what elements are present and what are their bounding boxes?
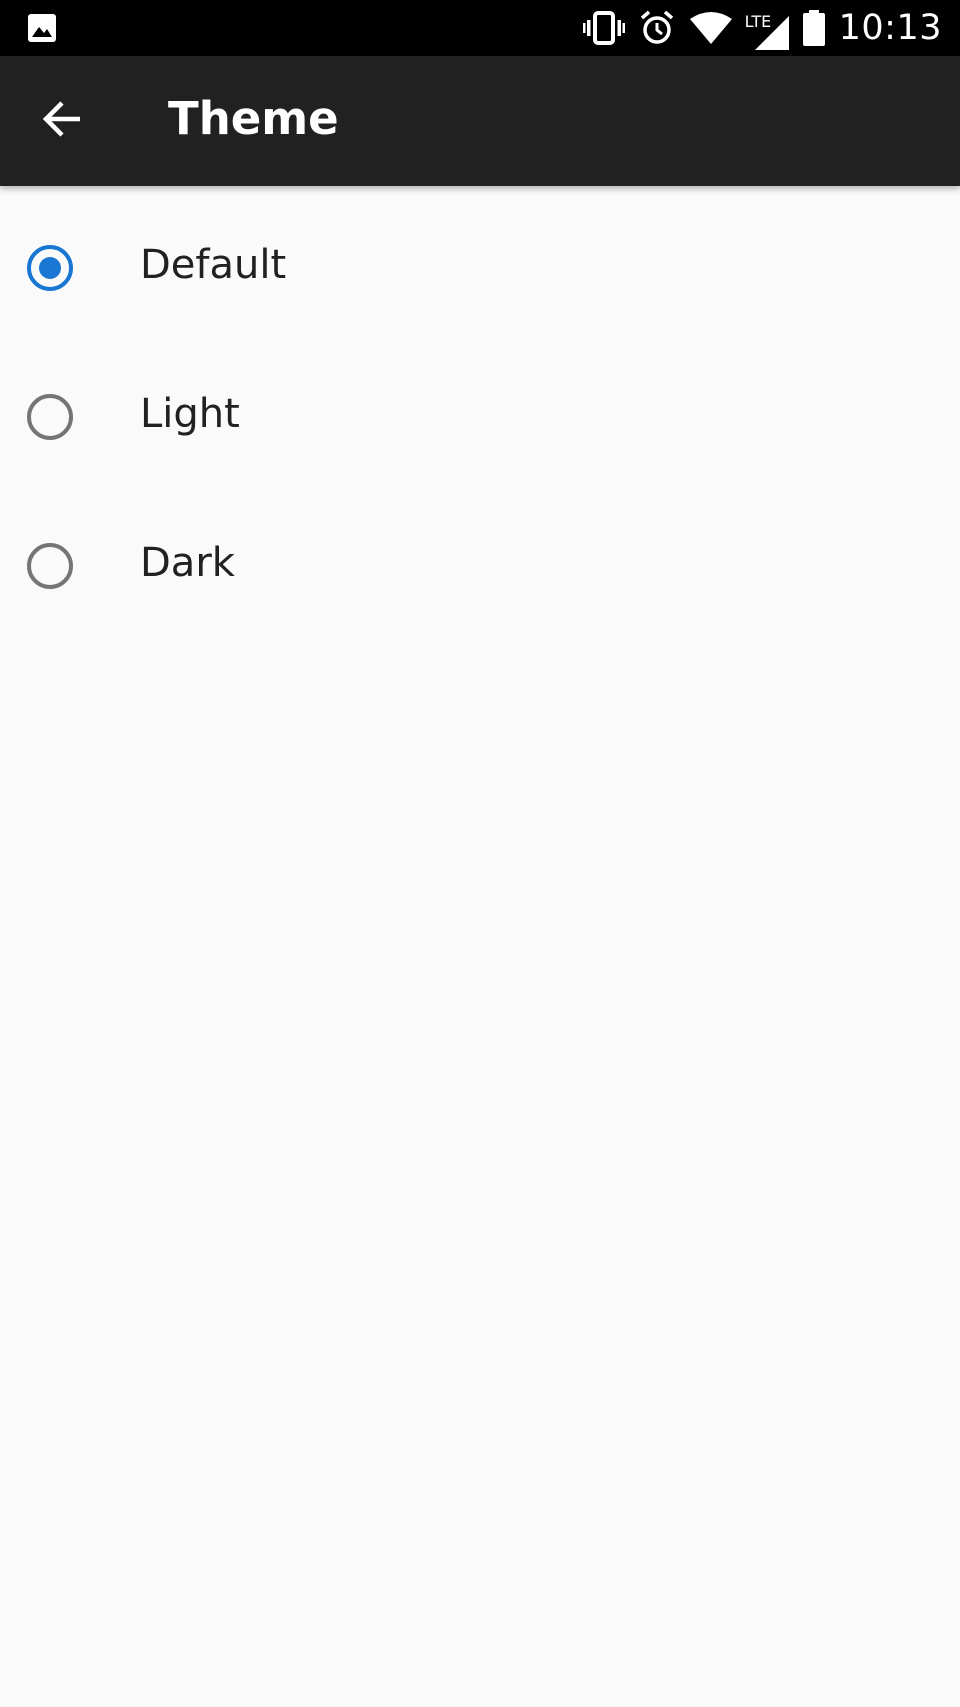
radio-button-unchecked[interactable] — [27, 394, 73, 440]
cellular-signal-icon: LTE — [745, 8, 789, 50]
vibrate-icon — [582, 10, 625, 46]
option-label: Light — [140, 391, 240, 437]
battery-icon — [802, 10, 825, 46]
app-bar: Theme — [0, 56, 960, 186]
page-title: Theme — [168, 92, 339, 145]
image-notification-icon — [26, 12, 58, 44]
radio-button-unchecked[interactable] — [27, 543, 73, 589]
theme-option-dark[interactable]: Dark — [0, 516, 960, 665]
theme-option-light[interactable]: Light — [0, 367, 960, 516]
status-bar: LTE 10:13 — [0, 0, 960, 56]
option-label: Default — [140, 242, 287, 288]
status-icons: LTE 10:13 — [569, 0, 942, 56]
back-button[interactable] — [30, 89, 94, 153]
radio-button-checked[interactable] — [27, 245, 73, 291]
status-clock: 10:13 — [838, 8, 942, 48]
theme-options-list: Default Light Dark — [0, 186, 960, 665]
wifi-icon — [689, 11, 733, 45]
alarm-icon — [639, 10, 675, 46]
option-label: Dark — [140, 540, 235, 586]
theme-option-default[interactable]: Default — [0, 218, 960, 367]
arrow-back-icon — [40, 97, 84, 145]
